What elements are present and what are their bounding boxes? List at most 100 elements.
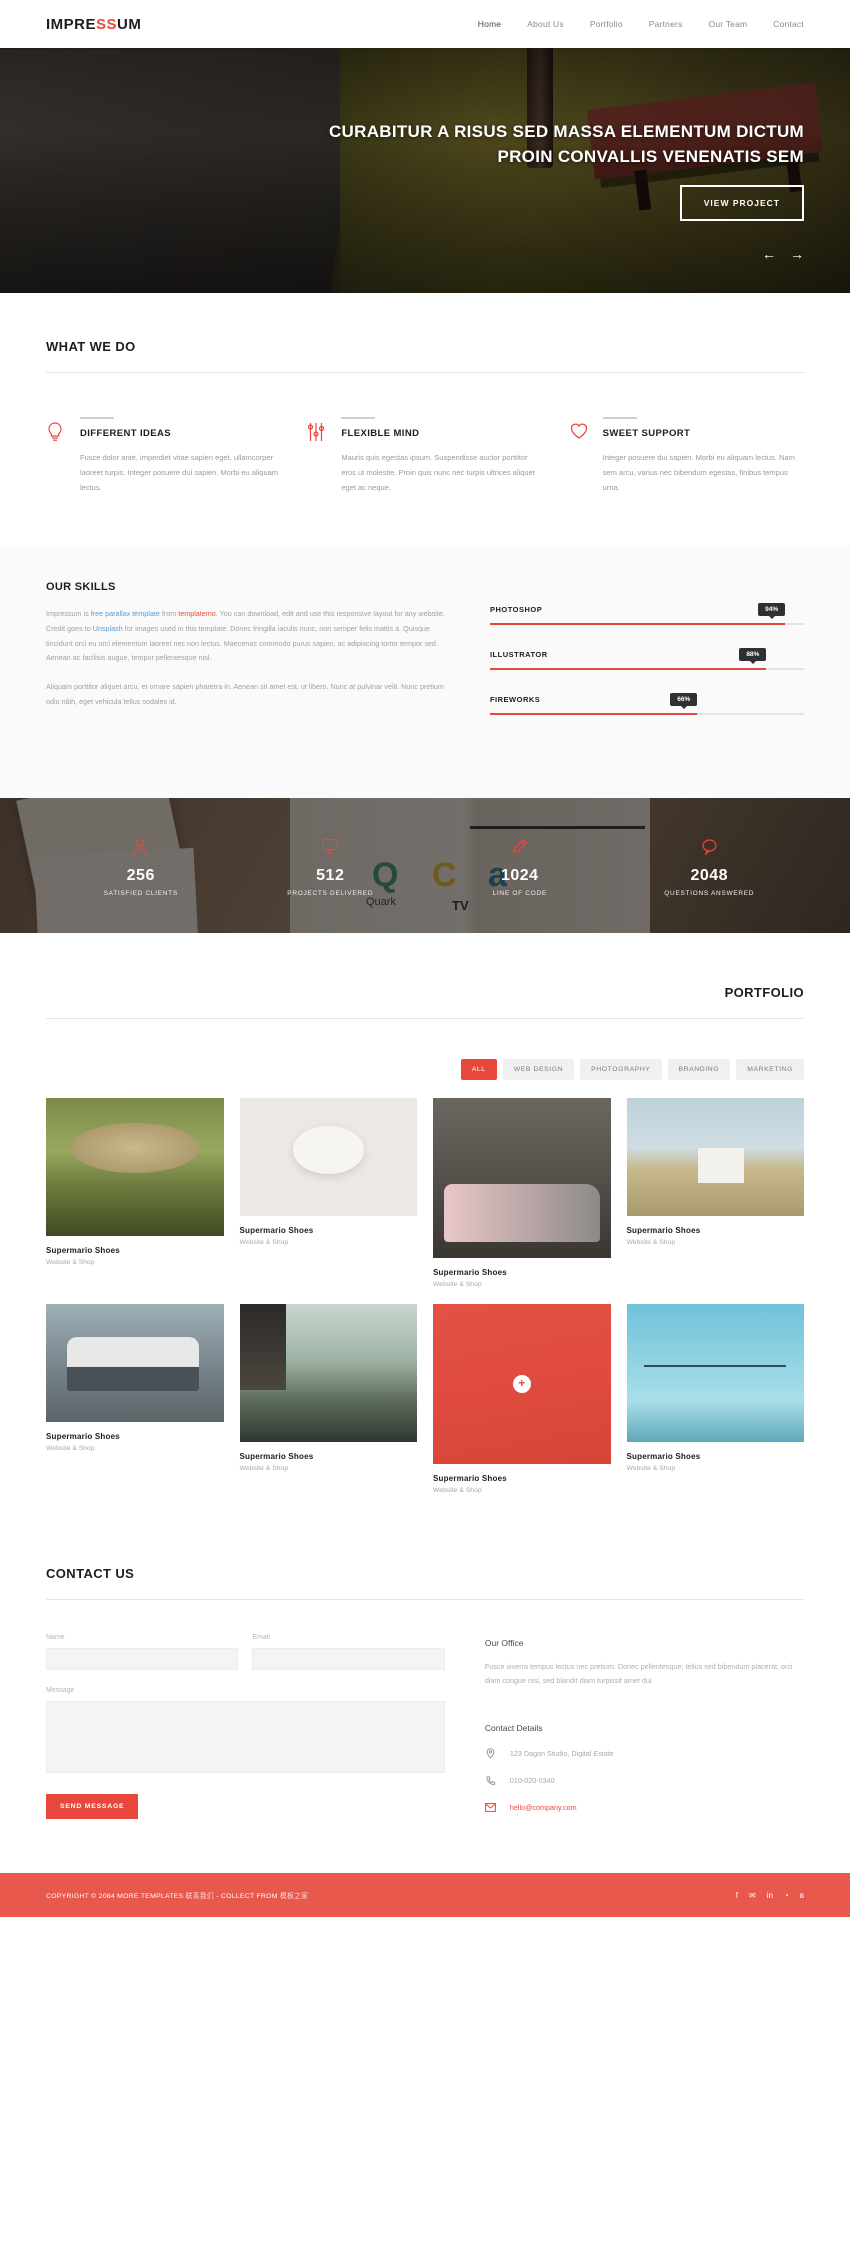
contact-details-heading: Contact Details [484,1722,543,1733]
skill-bar-fireworks: FIREWORKS 66% [489,693,804,715]
portfolio-item[interactable]: Supermario Shoes Website & Shop [626,1098,804,1288]
phone-icon [485,1775,497,1787]
skills-text-2: from [159,609,179,618]
portfolio-item[interactable]: Supermario Shoes Website & Shop [239,1304,417,1494]
hero-heading-line-1: CURABITUR A RISUS SED MASSA ELEMENTUM DI… [328,121,804,141]
sliders-icon [307,417,329,495]
footer-link-1[interactable]: 联系我们 [186,1893,214,1900]
counter-item-projects-delivered: 512 PROJECTS DELIVERED [236,835,426,897]
behance-icon[interactable]: в [800,1891,804,1900]
skill-track [489,713,804,715]
portfolio-item-subtitle: Website & Shop [626,1239,676,1246]
templatemo-link[interactable]: templatemo [178,609,216,618]
nav-item-partners[interactable]: Partners [649,19,683,29]
rss-icon[interactable]: ◔ [784,1891,789,1900]
skill-track [489,668,804,670]
portfolio-item[interactable]: Supermario Shoes Website & Shop [46,1098,224,1288]
unsplash-link[interactable]: Unsplash [93,624,123,633]
portfolio-thumbnail[interactable] [626,1098,804,1216]
feature-item-different-ideas: DIFFERENT IDEAS Fusce dolor ante, imperd… [46,417,281,495]
facebook-icon[interactable]: f [736,1891,738,1900]
name-input[interactable] [46,1648,239,1670]
portfolio-item-title: Supermario Shoes [46,1246,120,1255]
portfolio-item-subtitle: Website & Shop [46,1445,95,1452]
portfolio-thumbnail[interactable] [433,1098,611,1258]
email-link[interactable]: hello@company.com [510,1803,577,1812]
nav-item-our-team[interactable]: Our Team [709,19,748,29]
nav-item-portfolio[interactable]: Portfolio [590,19,623,29]
feature-item-flexible-mind: FLEXIBLE MIND Mauris quis egestas ipsum.… [307,417,542,495]
portfolio-item-title: Supermario Shoes [46,1432,120,1441]
portfolio-item[interactable]: Supermario Shoes Website & Shop [433,1098,611,1288]
hero-slider: CURABITUR A RISUS SED MASSA ELEMENTUM DI… [0,48,850,293]
lightbulb-icon [46,417,68,495]
message-textarea[interactable] [46,1701,445,1773]
portfolio-section: PORTFOLIO ALL WEB DESIGN PHOTOGRAPHY BRA… [0,933,850,1514]
counter-label: PROJECTS DELIVERED [287,889,374,897]
feature-dash [80,417,114,419]
portfolio-item-subtitle: Website & Shop [433,1281,482,1288]
filter-marketing[interactable]: MARKETING [736,1059,804,1080]
portfolio-hover-overlay[interactable]: + [433,1304,611,1464]
portfolio-item[interactable]: Supermario Shoes Website & Shop [626,1304,804,1494]
skill-value-badge: 94% [758,603,786,619]
email-field-group: Email [252,1634,445,1670]
nav-item-about-us[interactable]: About Us [527,19,564,29]
send-message-button[interactable]: SEND MESSAGE [46,1794,139,1819]
nav-item-home[interactable]: Home [478,19,501,29]
email-input[interactable] [252,1648,445,1670]
portfolio-item-subtitle: Website & Shop [46,1259,95,1266]
what-we-do-title: WHAT WE DO [46,339,136,354]
filter-all[interactable]: ALL [460,1059,497,1080]
feature-title: FLEXIBLE MIND [341,428,420,439]
phone-text: 010-020-0340 [509,1776,555,1786]
portfolio-item-subtitle: Website & Shop [239,1465,289,1472]
portfolio-item-title: Supermario Shoes [626,1226,701,1235]
filter-photography[interactable]: PHOTOGRAPHY [580,1059,662,1080]
portfolio-thumbnail[interactable]: + [433,1304,611,1464]
counter-number: 512 [316,866,345,884]
portfolio-thumbnail[interactable] [46,1098,224,1236]
portfolio-item-subtitle: Website & Shop [239,1239,289,1246]
heart-icon [569,417,591,495]
feature-dash [341,417,376,419]
our-skills-title: OUR SKILLS [46,581,116,593]
skills-paragraph-1: Impressum is free parallax template from… [46,607,448,666]
view-project-button[interactable]: VIEW PROJECT [679,185,804,222]
filter-branding[interactable]: BRANDING [667,1059,731,1080]
plus-icon[interactable]: + [512,1375,531,1393]
hero-content: CURABITUR A RISUS SED MASSA ELEMENTUM DI… [0,48,850,293]
feature-list: DIFFERENT IDEAS Fusce dolor ante, imperd… [46,373,804,547]
logo-accent: SS [96,15,118,33]
twitter-icon[interactable]: ✉ [749,1891,756,1900]
portfolio-thumbnail[interactable] [239,1304,417,1442]
site-logo[interactable]: IMPRESSUM [46,16,141,33]
slider-prev-icon[interactable]: ← [762,247,776,261]
portfolio-item[interactable]: Supermario Shoes Website & Shop [239,1098,417,1288]
contact-detail-address: 123 Dagon Studio, Digital Estate [485,1748,804,1760]
portfolio-thumbnail[interactable] [46,1304,224,1422]
linkedin-icon[interactable]: in [767,1891,773,1900]
portfolio-thumbnail[interactable] [626,1304,804,1442]
portfolio-item-hovered[interactable]: + Supermario Shoes Website & Shop [433,1304,611,1494]
our-office-heading: Our Office [484,1638,524,1648]
portfolio-item[interactable]: Supermario Shoes Website & Shop [46,1304,224,1494]
filter-web-design[interactable]: WEB DESIGN [502,1059,575,1080]
counter-number: 2048 [690,866,729,884]
portfolio-thumbnail[interactable] [239,1098,417,1216]
counter-label: QUESTIONS ANSWERED [664,889,755,897]
feature-text: Mauris quis egestas ipsum. Suspendisse a… [341,453,535,492]
counter-label: LINE OF CODE [492,889,547,897]
nav-item-contact[interactable]: Contact [773,19,804,29]
counter-item-questions-answered: 2048 QUESTIONS ANSWERED [615,835,805,897]
envelope-icon [485,1802,497,1814]
main-navigation: Home About Us Portfolio Partners Our Tea… [478,19,804,29]
counter-number: 1024 [500,866,539,884]
free-parallax-template-link[interactable]: free parallax template [91,609,160,618]
location-pin-icon [485,1748,497,1760]
portfolio-item-subtitle: Website & Shop [433,1487,482,1494]
footer-link-2[interactable]: 模板之家 [280,1893,308,1900]
contact-title: CONTACT US [46,1566,135,1581]
skill-track [489,623,804,625]
slider-next-icon[interactable]: → [790,247,804,261]
